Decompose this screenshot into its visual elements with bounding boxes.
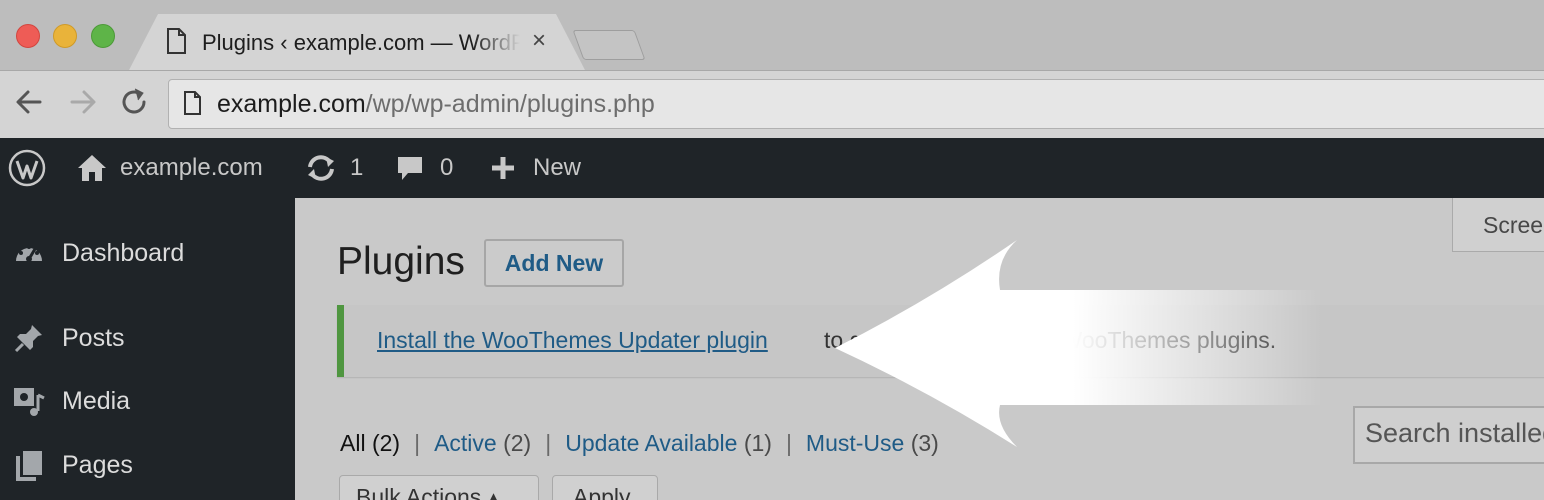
dashboard-icon <box>12 236 46 270</box>
zoom-window-button[interactable] <box>91 24 115 48</box>
site-name: example.com <box>120 154 263 181</box>
comments-count: 0 <box>440 154 454 181</box>
url-host: example.com <box>217 90 366 118</box>
back-arrow-icon[interactable] <box>12 85 46 119</box>
filter-separator: | <box>545 430 552 456</box>
home-icon <box>78 155 106 181</box>
new-tab-button[interactable] <box>572 30 646 60</box>
tab-close-icon[interactable]: × <box>532 27 546 55</box>
page-info-icon[interactable] <box>183 91 201 115</box>
pushpin-icon <box>12 321 46 355</box>
bulk-actions-select[interactable]: Bulk Actions ▴ <box>339 475 539 500</box>
sidebar-item-label: Dashboard <box>62 238 185 267</box>
updates-link[interactable]: 1 <box>304 138 363 198</box>
filter-active[interactable]: Active (2) <box>434 430 531 456</box>
media-icon <box>12 384 46 418</box>
sidebar-item-posts[interactable]: Posts <box>0 313 295 363</box>
filter-separator: | <box>785 430 792 456</box>
chevron-updown-icon: ▴ <box>487 484 500 500</box>
forward-arrow-icon[interactable] <box>66 85 100 119</box>
plugin-search-input[interactable]: Search installed plugins... <box>1353 406 1544 464</box>
bulk-actions-label: Bulk Actions <box>356 484 482 500</box>
filter-must-use[interactable]: Must-Use (3) <box>806 430 939 456</box>
tab-title: Plugins ‹ example.com — WordPress <box>202 30 520 55</box>
browser-toolbar: example.com/wp/wp-admin/plugins.php <box>0 70 1544 138</box>
wordpress-logo-icon <box>8 149 46 187</box>
sidebar-item-label: Pages <box>62 450 133 479</box>
url-text: example.com/wp/wp-admin/plugins.php <box>217 90 655 119</box>
comments-link[interactable]: 0 <box>396 138 453 198</box>
admin-sidebar: Dashboard Posts Media Pages <box>0 198 295 500</box>
url-path: /wp/wp-admin/plugins.php <box>365 90 655 118</box>
browser-tab-strip: Plugins ‹ example.com — WordPress × <box>0 0 1544 72</box>
filter-all[interactable]: All (2) <box>340 430 400 456</box>
reload-icon[interactable] <box>117 85 151 119</box>
apply-button[interactable]: Apply <box>552 475 658 500</box>
address-bar[interactable]: example.com/wp/wp-admin/plugins.php <box>168 79 1544 129</box>
document-icon <box>167 28 186 54</box>
updates-icon <box>308 155 334 181</box>
main-content: Screen Options Plugins Add New Install t… <box>295 198 1544 500</box>
sidebar-item-dashboard[interactable]: Dashboard <box>0 228 295 278</box>
wp-admin-bar: example.com 1 0 New <box>0 138 1544 198</box>
pages-icon <box>12 448 46 482</box>
browser-tab-active[interactable]: Plugins ‹ example.com — WordPress × <box>128 14 586 72</box>
updates-count: 1 <box>350 154 364 181</box>
sidebar-item-pages[interactable]: Pages <box>0 440 295 490</box>
sidebar-item-label: Media <box>62 386 131 415</box>
plus-icon <box>492 157 514 179</box>
sidebar-item-media[interactable]: Media <box>0 376 295 426</box>
screen-options-button[interactable]: Screen Options <box>1452 198 1544 252</box>
plugin-status-filters: All (2) | Active (2) | Update Available (1) |… <box>340 430 939 457</box>
filter-separator: | <box>414 430 421 456</box>
minimize-window-button[interactable] <box>53 24 77 48</box>
new-content-link[interactable]: New <box>489 138 581 198</box>
filter-update-available[interactable]: Update Available (1) <box>565 430 772 456</box>
new-label: New <box>533 154 582 181</box>
site-name-link[interactable]: example.com <box>76 138 263 198</box>
install-updater-link[interactable]: Install the WooThemes Updater plugin <box>377 327 768 354</box>
sidebar-item-label: Posts <box>62 323 125 352</box>
wordpress-logo-button[interactable] <box>8 138 46 198</box>
admin-notice: Install the WooThemes Updater plugin to … <box>337 305 1544 377</box>
comment-bubble-icon <box>398 157 422 180</box>
notice-text: to get updates for your WooThemes plugin… <box>824 327 1277 353</box>
add-new-button[interactable]: Add New <box>484 239 624 287</box>
close-window-button[interactable] <box>16 24 40 48</box>
page-title: Plugins <box>337 240 465 283</box>
